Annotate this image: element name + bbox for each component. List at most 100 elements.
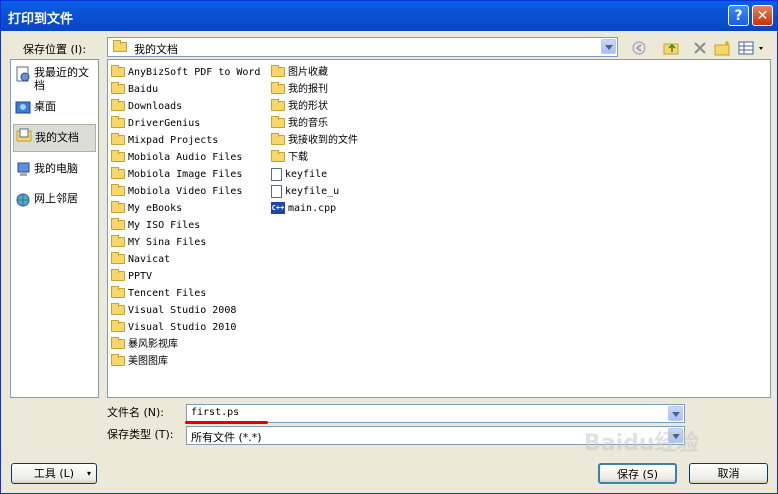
watermark: Baidu经验 <box>584 431 699 456</box>
file-name: Mobiola Audio Files <box>128 152 243 163</box>
file-item[interactable]: 美图图库 <box>111 353 168 370</box>
file-name: DriverGenius <box>128 118 201 129</box>
filetype-label: 保存类型 (T): <box>107 428 174 441</box>
file-name: AnyBizSoft PDF to Word <box>128 67 261 78</box>
place-label: 网上邻居 <box>34 192 78 205</box>
folder-icon <box>111 184 125 196</box>
file-item[interactable]: keyfile <box>271 166 327 183</box>
folder-icon <box>111 133 125 145</box>
folder-icon <box>111 116 125 128</box>
file-name: 我的音乐 <box>288 118 328 129</box>
place-recent[interactable]: 我最近的文档 <box>13 64 96 94</box>
file-name: 我的报刊 <box>288 84 328 95</box>
delete-icon[interactable] <box>692 40 710 56</box>
folder-icon <box>111 269 125 281</box>
new-folder-icon[interactable] <box>714 40 732 56</box>
folder-icon <box>271 65 285 77</box>
my-computer-icon <box>15 162 31 178</box>
place-my-documents[interactable]: 我的文档 <box>13 124 96 152</box>
file-item[interactable]: 我的音乐 <box>271 115 328 132</box>
back-icon[interactable] <box>631 40 649 56</box>
folder-icon <box>271 82 285 94</box>
file-item[interactable]: Navicat <box>111 251 170 268</box>
file-item[interactable]: C++ main.cpp <box>271 200 336 217</box>
title-bar[interactable]: 打印到文件 ? ✕ <box>1 1 777 31</box>
file-item[interactable]: Mobiola Image Files <box>111 166 242 183</box>
file-name: 我的形状 <box>288 101 328 112</box>
file-name: 美图图库 <box>128 356 168 367</box>
file-name: 下载 <box>288 152 308 163</box>
view-menu-icon[interactable] <box>738 40 766 56</box>
cpp-file-icon: C++ <box>271 202 285 214</box>
cancel-button[interactable]: 取消 <box>689 463 768 484</box>
my-documents-icon <box>16 127 32 143</box>
folder-icon <box>111 320 125 332</box>
folder-icon <box>111 337 125 349</box>
folder-icon <box>111 201 125 213</box>
folder-icon <box>111 99 125 111</box>
file-item[interactable]: Visual Studio 2008 <box>111 302 236 319</box>
up-one-level-icon[interactable] <box>663 40 681 56</box>
folder-icon <box>111 286 125 298</box>
place-label: 桌面 <box>34 100 56 113</box>
file-name: keyfile <box>285 169 328 180</box>
file-name: 图片收藏 <box>288 67 328 78</box>
folder-icon <box>111 218 125 230</box>
annotation-underline <box>185 421 268 424</box>
chevron-down-icon: ▾ <box>86 469 91 478</box>
file-item[interactable]: Visual Studio 2010 <box>111 319 236 336</box>
file-name: Visual Studio 2010 <box>128 322 237 333</box>
file-name: 我接收到的文件 <box>288 135 358 146</box>
chevron-down-icon[interactable] <box>601 39 616 54</box>
file-item[interactable]: Mobiola Video Files <box>111 183 242 200</box>
file-item[interactable]: 下载 <box>271 149 308 166</box>
file-icon <box>271 167 282 181</box>
file-name: Visual Studio 2008 <box>128 305 237 316</box>
file-name: My eBooks <box>128 203 183 214</box>
place-my-computer[interactable]: 我的电脑 <box>13 160 96 180</box>
file-icon <box>271 184 282 198</box>
file-item[interactable]: My eBooks <box>111 200 182 217</box>
help-button[interactable]: ? <box>728 5 749 26</box>
file-item[interactable]: 我接收到的文件 <box>271 132 358 149</box>
file-name: 暴风影视库 <box>128 339 178 350</box>
place-desktop[interactable]: 桌面 <box>13 98 96 118</box>
file-item[interactable]: 我的报刊 <box>271 81 328 98</box>
file-item[interactable]: Mixpad Projects <box>111 132 218 149</box>
file-list[interactable]: AnyBizSoft PDF to Word Baidu Downloads Driv… <box>107 59 771 398</box>
my-documents-icon <box>113 40 127 53</box>
tools-button[interactable]: 工具 (L) ▾ <box>11 463 97 484</box>
close-button[interactable]: ✕ <box>752 5 773 26</box>
filetype-value: 所有文件 (*.*) <box>191 431 262 444</box>
desktop-icon <box>15 100 31 116</box>
places-bar: 我最近的文档 桌面 我的文档 我的电脑 网上邻居 <box>10 59 99 398</box>
recent-docs-icon <box>15 66 31 82</box>
file-name: Mobiola Video Files <box>128 186 243 197</box>
file-item[interactable]: 暴风影视库 <box>111 336 178 353</box>
folder-icon <box>271 116 285 128</box>
file-item[interactable]: 图片收藏 <box>271 64 328 81</box>
folder-icon <box>271 133 285 145</box>
print-to-file-dialog: 打印到文件 ? ✕ 保存位置 (I): 我的文档 我最近的文档 桌面 我的文档 … <box>0 0 778 494</box>
file-item[interactable]: DriverGenius <box>111 115 200 132</box>
save-in-combo[interactable]: 我的文档 <box>107 37 618 57</box>
file-item[interactable]: PPTV <box>111 268 152 285</box>
folder-icon <box>111 252 125 264</box>
file-item[interactable]: Mobiola Audio Files <box>111 149 242 166</box>
file-item[interactable]: Downloads <box>111 98 182 115</box>
folder-icon <box>271 99 285 111</box>
tools-label: 工具 (L) <box>33 467 75 480</box>
file-item[interactable]: My ISO Files <box>111 217 200 234</box>
save-button[interactable]: 保存 (S) <box>598 463 677 484</box>
window-title: 打印到文件 <box>8 12 74 27</box>
chevron-down-icon[interactable] <box>668 406 683 421</box>
folder-icon <box>111 167 125 179</box>
file-item[interactable]: keyfile_u <box>271 183 339 200</box>
file-item[interactable]: MY Sina Files <box>111 234 206 251</box>
file-item[interactable]: Tencent Files <box>111 285 206 302</box>
file-item[interactable]: AnyBizSoft PDF to Word <box>111 64 260 81</box>
place-network[interactable]: 网上邻居 <box>13 190 96 210</box>
file-name: PPTV <box>128 271 153 282</box>
file-item[interactable]: Baidu <box>111 81 158 98</box>
file-item[interactable]: 我的形状 <box>271 98 328 115</box>
